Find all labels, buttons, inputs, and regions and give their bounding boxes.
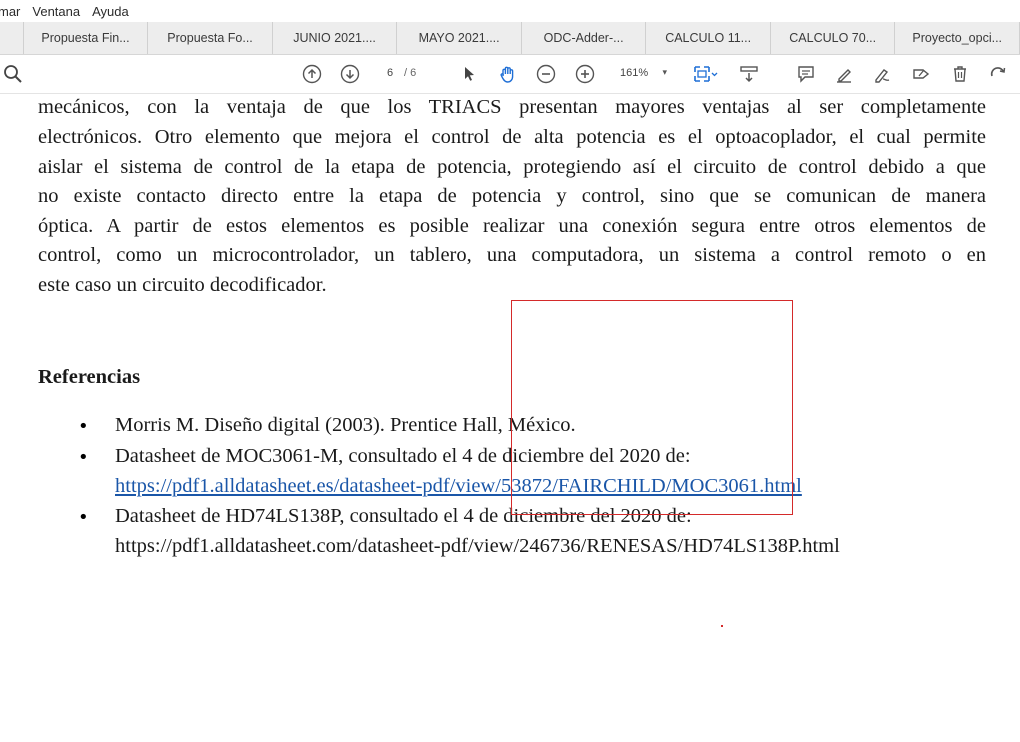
tab-document[interactable]: CALCULO 70... xyxy=(771,22,896,54)
paragraph-line: electrónicos. Otro elemento que mejora e… xyxy=(38,126,986,148)
menu-item-comentar[interactable]: mar xyxy=(0,4,20,19)
paragraph-line: este caso un circuito decodificador. xyxy=(38,274,327,296)
page-up-icon[interactable] xyxy=(301,63,323,85)
list-bullet: • xyxy=(78,447,89,468)
rotate-icon[interactable] xyxy=(987,63,1009,85)
delete-icon[interactable] xyxy=(949,63,971,85)
paragraph-line: óptica. A partir de estos elementos es p… xyxy=(38,215,986,237)
highlight-icon[interactable] xyxy=(833,63,855,85)
tab-document[interactable]: Proyecto_opci... xyxy=(895,22,1020,54)
paragraph-line: aislar el sistema de control de la etapa… xyxy=(38,156,986,178)
toolbar xyxy=(0,55,1020,94)
tab-document[interactable]: JUNIO 2021.... xyxy=(273,22,398,54)
list-bullet: • xyxy=(78,507,89,528)
tab-document[interactable]: CALCULO 11... xyxy=(646,22,771,54)
paragraph-line: mecánicos, con la ventaja de que los TRI… xyxy=(38,96,986,118)
page-down-icon[interactable] xyxy=(339,63,361,85)
list-bullet: • xyxy=(78,416,89,437)
zoom-select[interactable]: 161% ▾ xyxy=(613,63,671,83)
tab-document[interactable]: MAYO 2021.... xyxy=(397,22,522,54)
search-icon[interactable] xyxy=(2,63,24,85)
comment-icon[interactable] xyxy=(795,63,817,85)
tab-document[interactable]: ODC-Adder-... xyxy=(522,22,647,54)
paragraph-line: no existe contacto directo entre la etap… xyxy=(38,185,986,207)
hand-tool-icon[interactable] xyxy=(497,63,519,85)
tab-document[interactable]: Propuesta Fin... xyxy=(24,22,149,54)
fit-page-icon[interactable] xyxy=(690,63,720,85)
zoom-in-icon[interactable] xyxy=(574,63,596,85)
select-pointer-icon[interactable] xyxy=(458,63,480,85)
fill-sign-icon[interactable] xyxy=(910,63,932,85)
chevron-down-icon: ▾ xyxy=(662,67,667,77)
zoom-out-icon[interactable] xyxy=(535,63,557,85)
references-heading: Referencias xyxy=(38,366,141,388)
page-total: / 6 xyxy=(404,67,417,79)
menu-item-ayuda[interactable]: Ayuda xyxy=(92,4,129,19)
document-page: mecánicos, con la ventaja de que los TRI… xyxy=(0,94,1020,742)
document-tab-bar: Propuesta Fin... Propuesta Fo... JUNIO 2… xyxy=(0,22,1020,55)
menu-item-ventana[interactable]: Ventana xyxy=(32,4,80,19)
annotation-rectangle[interactable] xyxy=(511,300,793,515)
tab-document[interactable]: Propuesta Fo... xyxy=(148,22,273,54)
menu-bar: mar Ventana Ayuda xyxy=(0,0,1020,22)
reference-item: Morris M. Diseño digital (2003). Prentic… xyxy=(115,414,576,436)
page-number-input[interactable]: 6 xyxy=(378,63,402,83)
zoom-value: 161% xyxy=(620,67,649,79)
paragraph-line: control, como un microcontrolador, un ta… xyxy=(38,244,986,266)
tab-home[interactable] xyxy=(0,22,24,54)
scroll-mode-icon[interactable] xyxy=(738,63,760,85)
draw-icon[interactable] xyxy=(871,63,893,85)
reference-url: https://pdf1.alldatasheet.com/datasheet-… xyxy=(115,535,840,557)
annotation-mark xyxy=(721,625,723,627)
